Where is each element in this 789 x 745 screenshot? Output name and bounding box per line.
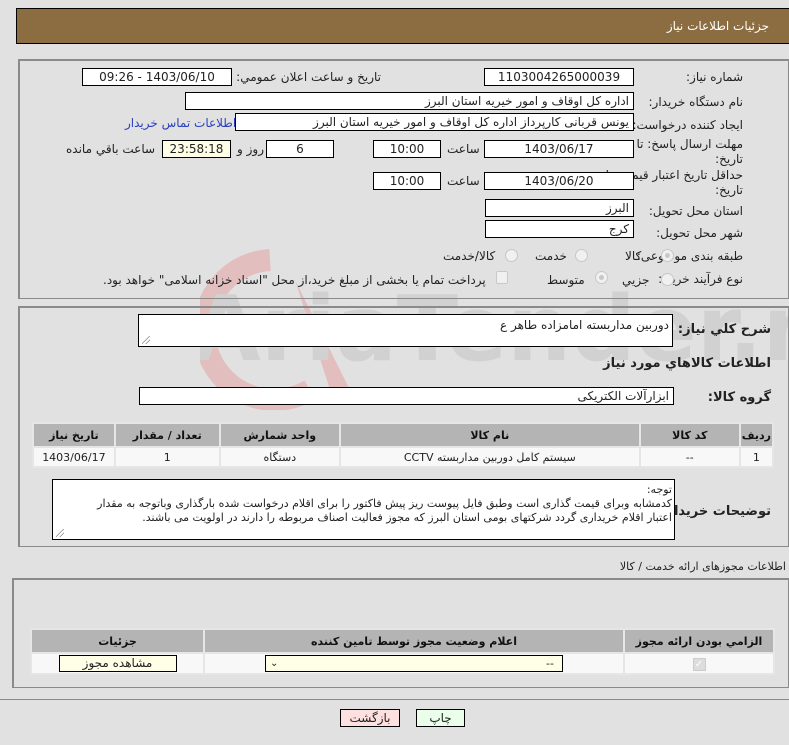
goods-group-label: گروه کالا: — [707, 390, 771, 405]
announce-field[interactable]: 1403/06/10 - 09:26 — [82, 68, 232, 86]
days-label: روز و — [237, 142, 264, 156]
cell-unit: دستگاه — [218, 446, 341, 468]
resize-grip-icon[interactable] — [56, 529, 64, 537]
reply-date-field[interactable]: 1403/06/17 — [484, 140, 634, 158]
print-button[interactable]: چاپ — [416, 709, 465, 727]
reply-deadline-label-2: تاریخ: — [715, 152, 743, 166]
cell-row-number: 1 — [738, 446, 775, 468]
col-row-number: ردیف — [738, 422, 775, 448]
city-label: شهر محل تحویل: — [656, 226, 743, 240]
reply-time-label: ساعت — [447, 142, 480, 156]
cell-need-date: 1403/06/17 — [32, 446, 116, 468]
need-number-label: شماره نیاز: — [686, 70, 743, 84]
goods-group-field[interactable]: ابزارآلات الکتریکی — [139, 387, 674, 405]
goods-section-title: اطلاعات کالاهاي مورد نياز — [603, 356, 771, 371]
requester-label: ایجاد کننده درخواست: — [632, 118, 743, 132]
category-radio-service[interactable] — [575, 249, 588, 262]
category-option-service: خدمت — [535, 249, 567, 263]
buyer-contact-link[interactable]: اطلاعات تماس خریدار — [125, 116, 236, 130]
description-textarea[interactable]: دوربین مداربسته امامزاده طاهر ع — [138, 314, 673, 347]
license-required-checkbox[interactable]: ✓ — [692, 657, 706, 671]
cell-goods-name: سیستم کامل دوربین مداربسته CCTV — [338, 446, 641, 468]
province-field[interactable]: البرز — [485, 199, 634, 217]
purchase-radio-minor[interactable] — [661, 273, 674, 286]
footer-divider — [0, 699, 789, 700]
price-validity-label-2: تاریخ: — [715, 183, 743, 197]
reply-deadline-label: مهلت ارسال پاسخ: تا — [636, 137, 743, 151]
reply-time-field[interactable]: 10:00 — [373, 140, 441, 158]
purchase-option-minor: جزیي — [622, 273, 650, 287]
announce-label: تاریخ و ساعت اعلان عمومي: — [236, 70, 381, 84]
license-status-select[interactable]: -- ⌄ — [265, 655, 563, 672]
days-remaining-field: 6 — [266, 140, 334, 158]
treasury-checkbox[interactable] — [496, 271, 508, 284]
cell-goods-code: -- — [638, 446, 741, 468]
col-license-required: الزامي بودن ارائه مجوز — [623, 628, 775, 654]
cell-license-required: ✓ — [623, 652, 775, 675]
col-unit: واحد شمارش — [218, 422, 341, 448]
buyer-notes-line-1: توجه: — [646, 483, 672, 496]
buyer-notes-label: توضیحات خریدار: — [661, 504, 771, 519]
goods-table: ردیف کد کالا نام کالا واحد شمارش تعداد /… — [32, 422, 775, 468]
cell-quantity: 1 — [113, 446, 221, 468]
cell-license-details: مشاهده مجوز — [30, 652, 205, 675]
category-option-goods-service: کالا/خدمت — [443, 249, 496, 263]
buyer-notes-text: توجه: کدمشابه وبرای قیمت گذاری است وطبق … — [97, 483, 672, 525]
view-license-button[interactable]: مشاهده مجوز — [58, 655, 177, 672]
province-label: استان محل تحویل: — [648, 204, 743, 218]
resize-grip-icon[interactable] — [142, 336, 150, 344]
license-status-value: -- — [546, 657, 554, 670]
back-button[interactable]: بازگشت — [340, 709, 400, 727]
category-label: طبقه بندی موضوعی: — [636, 249, 743, 263]
category-radio-goods[interactable] — [661, 249, 674, 262]
buyer-notes-textarea[interactable]: توجه: کدمشابه وبرای قیمت گذاری است وطبق … — [52, 479, 675, 540]
page-title: جزئیات اطلاعات نیاز — [666, 19, 769, 33]
buyer-notes-line-2: کدمشابه وبرای قیمت گذاری است وطبق فایل پ… — [97, 497, 672, 510]
col-goods-name: نام کالا — [338, 422, 641, 448]
buyer-org-label: نام دستگاه خریدار: — [648, 95, 744, 109]
purchase-radio-medium[interactable] — [595, 271, 608, 284]
description-text: دوربین مداربسته امامزاده طاهر ع — [500, 318, 669, 332]
description-label: شرح کلي نياز: — [677, 322, 771, 337]
col-goods-code: کد کالا — [638, 422, 741, 448]
price-validity-date-field[interactable]: 1403/06/20 — [484, 172, 634, 190]
buyer-org-field[interactable]: اداره کل اوقاف و امور خیریه استان البرز — [185, 92, 634, 110]
col-need-date: تاریخ نیاز — [32, 422, 116, 448]
license-table: الزامي بودن ارائه مجوز اعلام وضعیت مجوز … — [30, 628, 775, 675]
col-quantity: تعداد / مقدار — [113, 422, 221, 448]
col-license-details: جزئیات — [30, 628, 205, 654]
page-header: جزئیات اطلاعات نیاز — [16, 8, 789, 44]
price-validity-time-label: ساعت — [447, 174, 480, 188]
cell-license-status: -- ⌄ — [203, 652, 625, 675]
city-field[interactable]: کرج — [485, 220, 634, 238]
price-validity-time-field[interactable]: 10:00 — [373, 172, 441, 190]
col-license-status: اعلام وضعیت مجوز توسط تامین کننده — [203, 628, 625, 654]
requester-field[interactable]: یونس قربانی کارپرداز اداره کل اوقاف و ام… — [235, 113, 634, 131]
buyer-notes-line-3: اعتبار اقلام خریداری گردد شرکتهای بومی ا… — [142, 511, 672, 524]
treasury-checkbox-label: پرداخت تمام یا بخشی از مبلغ خرید،از محل … — [103, 273, 486, 287]
table-row: 1 -- سیستم کامل دوربین مداربسته CCTV دست… — [32, 446, 775, 468]
license-table-header: الزامي بودن ارائه مجوز اعلام وضعیت مجوز … — [30, 628, 775, 654]
category-option-goods: کالا — [625, 249, 642, 263]
goods-table-header: ردیف کد کالا نام کالا واحد شمارش تعداد /… — [32, 422, 775, 448]
time-remaining-field: 23:58:18 — [162, 140, 231, 158]
license-section-title: اطلاعات مجوزهای ارائه خدمت / کالا — [619, 560, 786, 573]
category-radio-goods-service[interactable] — [505, 249, 518, 262]
time-remaining-label: ساعت باقي مانده — [66, 142, 156, 156]
need-number-field[interactable]: 1103004265000039 — [484, 68, 634, 86]
table-row: ✓ -- ⌄ مشاهده مجوز — [30, 652, 775, 675]
chevron-down-icon: ⌄ — [270, 658, 279, 669]
purchase-option-medium: متوسط — [547, 273, 585, 287]
